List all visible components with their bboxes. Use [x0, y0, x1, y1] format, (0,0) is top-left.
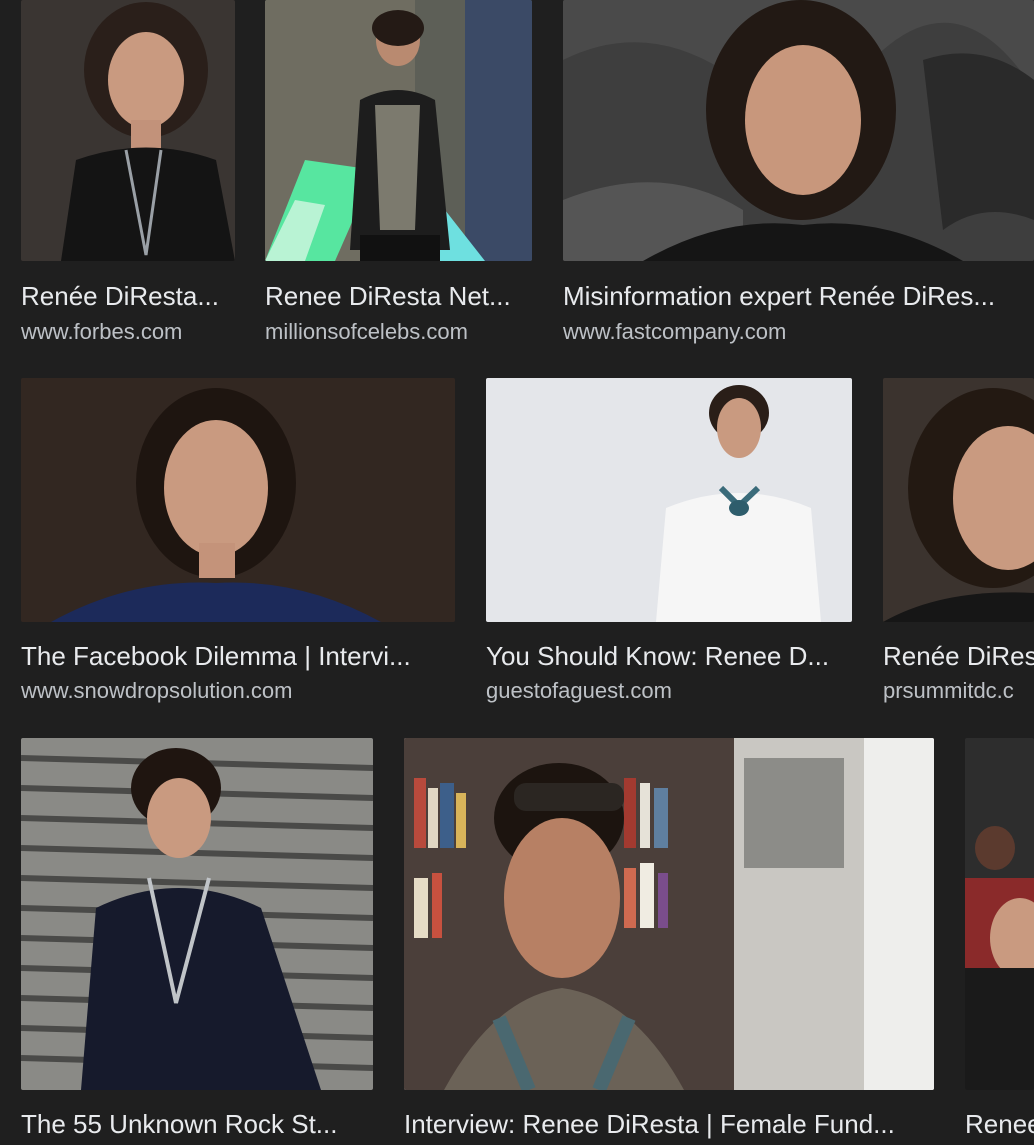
result-thumbnail[interactable] — [265, 0, 532, 261]
result-thumbnail[interactable] — [883, 378, 1034, 622]
result-title[interactable]: Renee DiResta Net... — [265, 280, 532, 312]
result-source[interactable]: millionsofcelebs.com — [265, 318, 532, 346]
result-thumbnail[interactable] — [404, 738, 934, 1090]
result-thumbnail[interactable] — [563, 0, 1034, 261]
result-title[interactable]: You Should Know: Renee D... — [486, 640, 852, 672]
result-source[interactable]: prsummitdc.c — [883, 677, 1034, 705]
result-thumbnail[interactable] — [21, 378, 455, 622]
result-thumbnail[interactable] — [21, 738, 373, 1090]
result-title[interactable]: The Facebook Dilemma | Intervi... — [21, 640, 455, 672]
result-title[interactable]: Interview: Renee DiResta | Female Fund..… — [404, 1108, 934, 1140]
result-source[interactable]: www.snowdropsolution.com — [21, 677, 455, 705]
result-source[interactable]: www.fastcompany.com — [563, 318, 1034, 346]
result-thumbnail[interactable] — [486, 378, 852, 622]
result-thumbnail[interactable] — [21, 0, 235, 261]
result-source[interactable]: www.forbes.com — [21, 318, 235, 346]
result-source[interactable]: guestofaguest.com — [486, 677, 852, 705]
result-title[interactable]: Misinformation expert Renée DiRes... — [563, 280, 1034, 312]
result-thumbnail[interactable] — [965, 738, 1034, 1090]
result-title[interactable]: Renée DiRes — [883, 640, 1034, 672]
result-title[interactable]: The 55 Unknown Rock St... — [21, 1108, 373, 1140]
result-title[interactable]: Renée DiResta... — [21, 280, 235, 312]
result-title[interactable]: Renee — [965, 1108, 1034, 1140]
